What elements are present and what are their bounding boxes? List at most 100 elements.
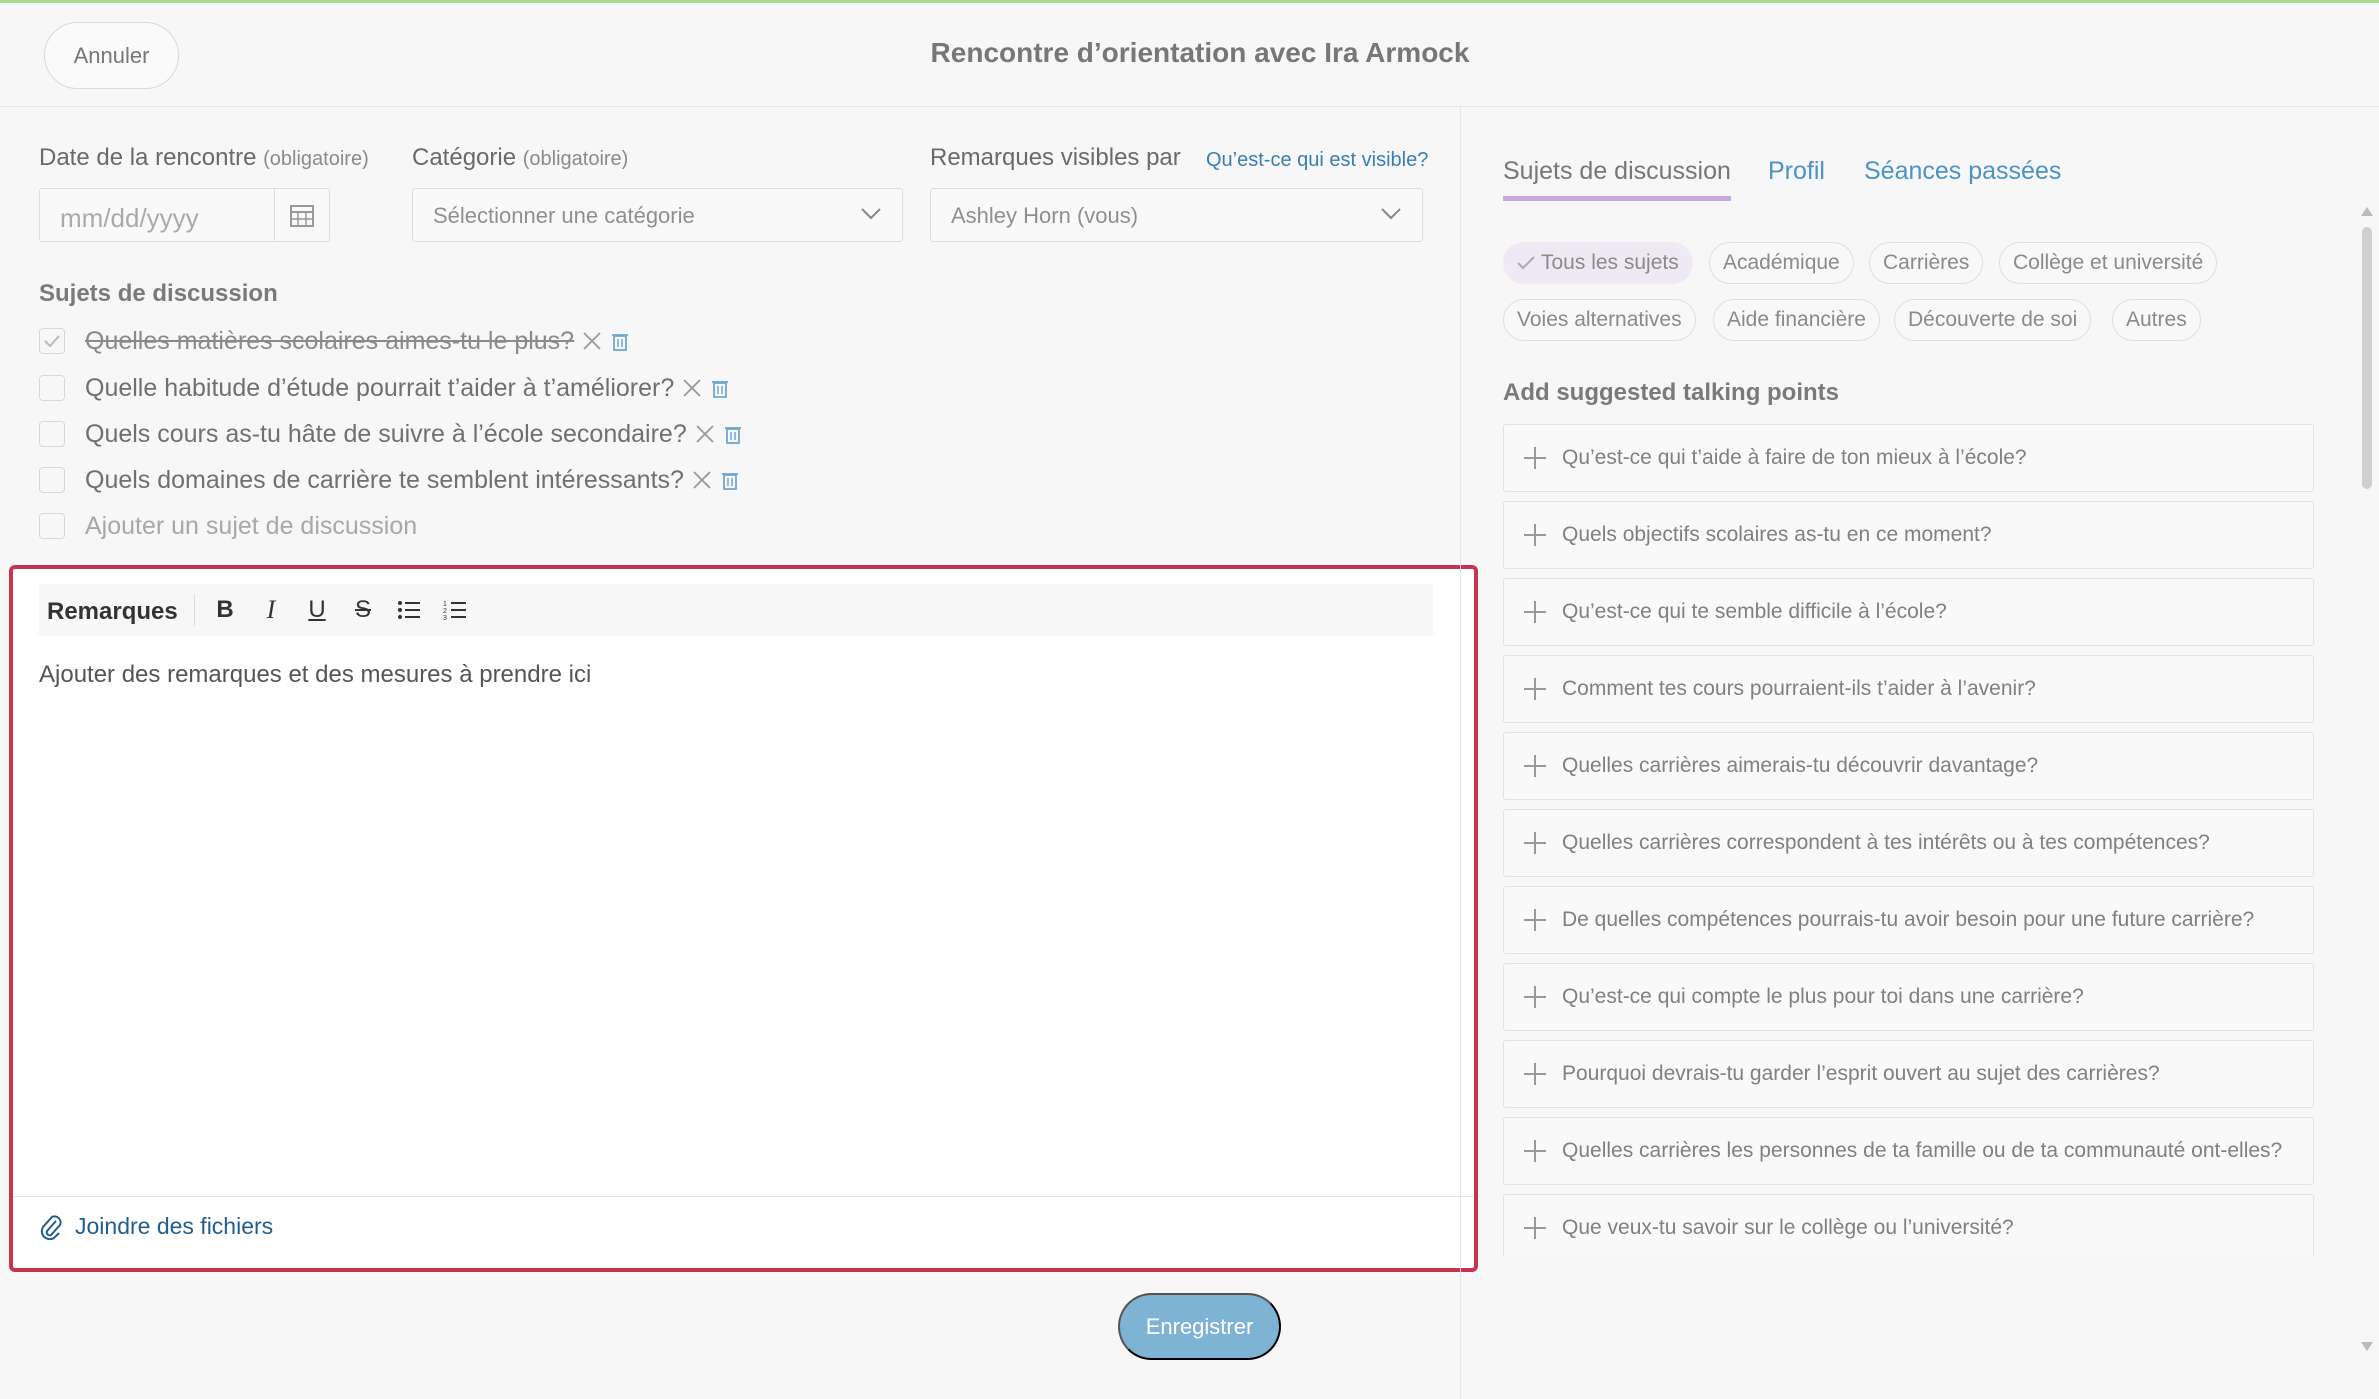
- svg-text:1: 1: [443, 601, 447, 608]
- topic-label: Quels domaines de carrière te semblent i…: [85, 465, 684, 494]
- calendar-icon[interactable]: [274, 189, 329, 241]
- suggestion-item[interactable]: Quelles carrières correspondent à tes in…: [1503, 809, 2314, 877]
- topic-item: Quelles matières scolaires aimes-tu le p…: [39, 323, 630, 359]
- date-label-text: Date de la rencontre: [39, 144, 257, 171]
- tab-past-sessions[interactable]: Séances passées: [1864, 157, 2061, 196]
- edit-icon[interactable]: [580, 329, 604, 353]
- filter-chip-self-discovery[interactable]: Découverte de soi: [1894, 299, 2092, 341]
- suggestion-text: Quelles carrières les personnes de ta fa…: [1562, 1139, 2283, 1162]
- filter-chip-careers[interactable]: Carrières: [1869, 242, 1984, 284]
- scroll-up-icon[interactable]: [2361, 207, 2373, 216]
- topic-item: Quelle habitude d’étude pourrait t’aider…: [39, 370, 730, 406]
- topic-checkbox[interactable]: [39, 513, 65, 539]
- plus-icon: [1522, 907, 1548, 933]
- right-panel: Sujets de discussion Profil Séances pass…: [1460, 107, 2379, 1399]
- suggestion-item[interactable]: Qu’est-ce qui t’aide à faire de ton mieu…: [1503, 424, 2314, 492]
- attach-divider: [13, 1196, 1474, 1197]
- suggestion-text: Que veux-tu savoir sur le collège ou l’u…: [1562, 1216, 2014, 1239]
- tab-profile[interactable]: Profil: [1768, 157, 1825, 196]
- topic-item: Quels domaines de carrière te semblent i…: [39, 462, 740, 498]
- svg-text:2: 2: [443, 608, 447, 615]
- plus-icon: [1522, 830, 1548, 856]
- category-select[interactable]: Sélectionner une catégorie: [412, 188, 903, 242]
- scroll-down-icon[interactable]: [2361, 1342, 2373, 1351]
- suggestion-text: De quelles compétences pourrais-tu avoir…: [1562, 908, 2255, 931]
- underline-button[interactable]: U: [299, 592, 335, 628]
- plus-icon: [1522, 445, 1548, 471]
- filter-chip-all[interactable]: Tous les sujets: [1503, 242, 1693, 284]
- filter-chip-college[interactable]: Collège et université: [1999, 242, 2218, 284]
- suggestion-text: Qu’est-ce qui t’aide à faire de ton mieu…: [1562, 446, 2027, 469]
- topic-label: Quelle habitude d’étude pourrait t’aider…: [85, 373, 675, 402]
- plus-icon: [1522, 599, 1548, 625]
- edit-icon[interactable]: [690, 468, 714, 492]
- scrollbar[interactable]: [2357, 207, 2377, 1357]
- filter-chip-alternative-paths[interactable]: Voies alternatives: [1503, 299, 1696, 341]
- visible-by-select[interactable]: Ashley Horn (vous): [930, 188, 1423, 242]
- modal-header: Annuler Rencontre d’orientation avec Ira…: [0, 3, 2379, 107]
- attach-files-label: Joindre des fichiers: [75, 1212, 274, 1239]
- category-label: Catégorie (obligatoire): [412, 144, 628, 172]
- numbered-list-icon[interactable]: 123: [437, 592, 473, 628]
- suggestion-text: Quelles carrières aimerais-tu découvrir …: [1562, 754, 2039, 777]
- suggestion-item[interactable]: Comment tes cours pourraient-ils t’aider…: [1503, 655, 2314, 723]
- save-button[interactable]: Enregistrer: [1118, 1293, 1281, 1360]
- suggestion-text: Quelles carrières correspondent à tes in…: [1562, 831, 2210, 854]
- trash-icon[interactable]: [710, 377, 730, 399]
- chevron-down-icon: [860, 207, 882, 226]
- plus-icon: [1522, 753, 1548, 779]
- suggestion-text: Qu’est-ce qui compte le plus pour toi da…: [1562, 985, 2084, 1008]
- attach-files-link[interactable]: Joindre des fichiers: [39, 1212, 273, 1240]
- topic-checkbox[interactable]: [39, 421, 65, 447]
- notes-textarea[interactable]: Ajouter des remarques et des mesures à p…: [39, 661, 591, 689]
- plus-icon: [1522, 1138, 1548, 1164]
- topics-title: Sujets de discussion: [39, 280, 278, 307]
- suggestion-item[interactable]: Quelles carrières aimerais-tu découvrir …: [1503, 732, 2314, 800]
- suggestions-list: Qu’est-ce qui t’aide à faire de ton mieu…: [1503, 424, 2316, 1256]
- suggestion-item[interactable]: Quelles carrières les personnes de ta fa…: [1503, 1117, 2314, 1185]
- topic-checkbox[interactable]: [39, 375, 65, 401]
- visible-by-label: Remarques visibles par: [930, 144, 1181, 171]
- suggestion-item[interactable]: Pourquoi devrais-tu garder l’esprit ouve…: [1503, 1040, 2314, 1108]
- notes-label: Remarques: [47, 598, 178, 625]
- bullet-list-icon[interactable]: [391, 592, 427, 628]
- suggestion-item[interactable]: Qu’est-ce qui compte le plus pour toi da…: [1503, 963, 2314, 1031]
- strikethrough-button[interactable]: S: [345, 592, 381, 628]
- add-topic-input[interactable]: Ajouter un sujet de discussion: [85, 512, 417, 541]
- suggestion-item[interactable]: Quels objectifs scolaires as-tu en ce mo…: [1503, 501, 2314, 569]
- trash-icon[interactable]: [723, 423, 743, 445]
- bold-button[interactable]: B: [207, 592, 243, 628]
- svg-text:3: 3: [443, 615, 447, 621]
- suggestion-item[interactable]: De quelles compétences pourrais-tu avoir…: [1503, 886, 2314, 954]
- plus-icon: [1522, 1061, 1548, 1087]
- add-topic-row[interactable]: Ajouter un sujet de discussion: [39, 508, 417, 544]
- trash-icon[interactable]: [720, 469, 740, 491]
- what-is-visible-link[interactable]: Qu’est-ce qui est visible?: [1206, 149, 1428, 172]
- plus-icon: [1522, 522, 1548, 548]
- italic-button[interactable]: I: [253, 592, 289, 628]
- edit-icon[interactable]: [693, 422, 717, 446]
- suggestion-text: Comment tes cours pourraient-ils t’aider…: [1562, 677, 2036, 700]
- filter-chip-financial-aid[interactable]: Aide financière: [1713, 299, 1880, 341]
- filter-chip-academic[interactable]: Académique: [1709, 242, 1854, 284]
- topic-checkbox[interactable]: [39, 467, 65, 493]
- topic-item: Quels cours as-tu hâte de suivre à l’éco…: [39, 416, 743, 452]
- filter-chip-other[interactable]: Autres: [2112, 299, 2201, 341]
- suggestion-text: Qu’est-ce qui te semble difficile à l’éc…: [1562, 600, 1947, 623]
- suggestion-item[interactable]: Que veux-tu savoir sur le collège ou l’u…: [1503, 1194, 2314, 1256]
- suggestion-text: Quels objectifs scolaires as-tu en ce mo…: [1562, 523, 1992, 546]
- suggestion-text: Pourquoi devrais-tu garder l’esprit ouve…: [1562, 1062, 2160, 1085]
- plus-icon: [1522, 984, 1548, 1010]
- scrollbar-thumb[interactable]: [2362, 227, 2372, 489]
- date-field[interactable]: mm/dd/yyyy: [39, 188, 330, 242]
- category-required-note: (obligatoire): [522, 148, 629, 170]
- suggested-title: Add suggested talking points: [1503, 379, 1840, 406]
- tab-topics[interactable]: Sujets de discussion: [1503, 157, 1731, 201]
- suggestion-item[interactable]: Qu’est-ce qui te semble difficile à l’éc…: [1503, 578, 2314, 646]
- plus-icon: [1522, 676, 1548, 702]
- topic-label: Quelles matières scolaires aimes-tu le p…: [85, 326, 575, 355]
- edit-icon[interactable]: [680, 376, 704, 400]
- date-required-note: (obligatoire): [263, 148, 369, 170]
- trash-icon[interactable]: [610, 330, 630, 352]
- topic-checkbox[interactable]: [39, 328, 65, 354]
